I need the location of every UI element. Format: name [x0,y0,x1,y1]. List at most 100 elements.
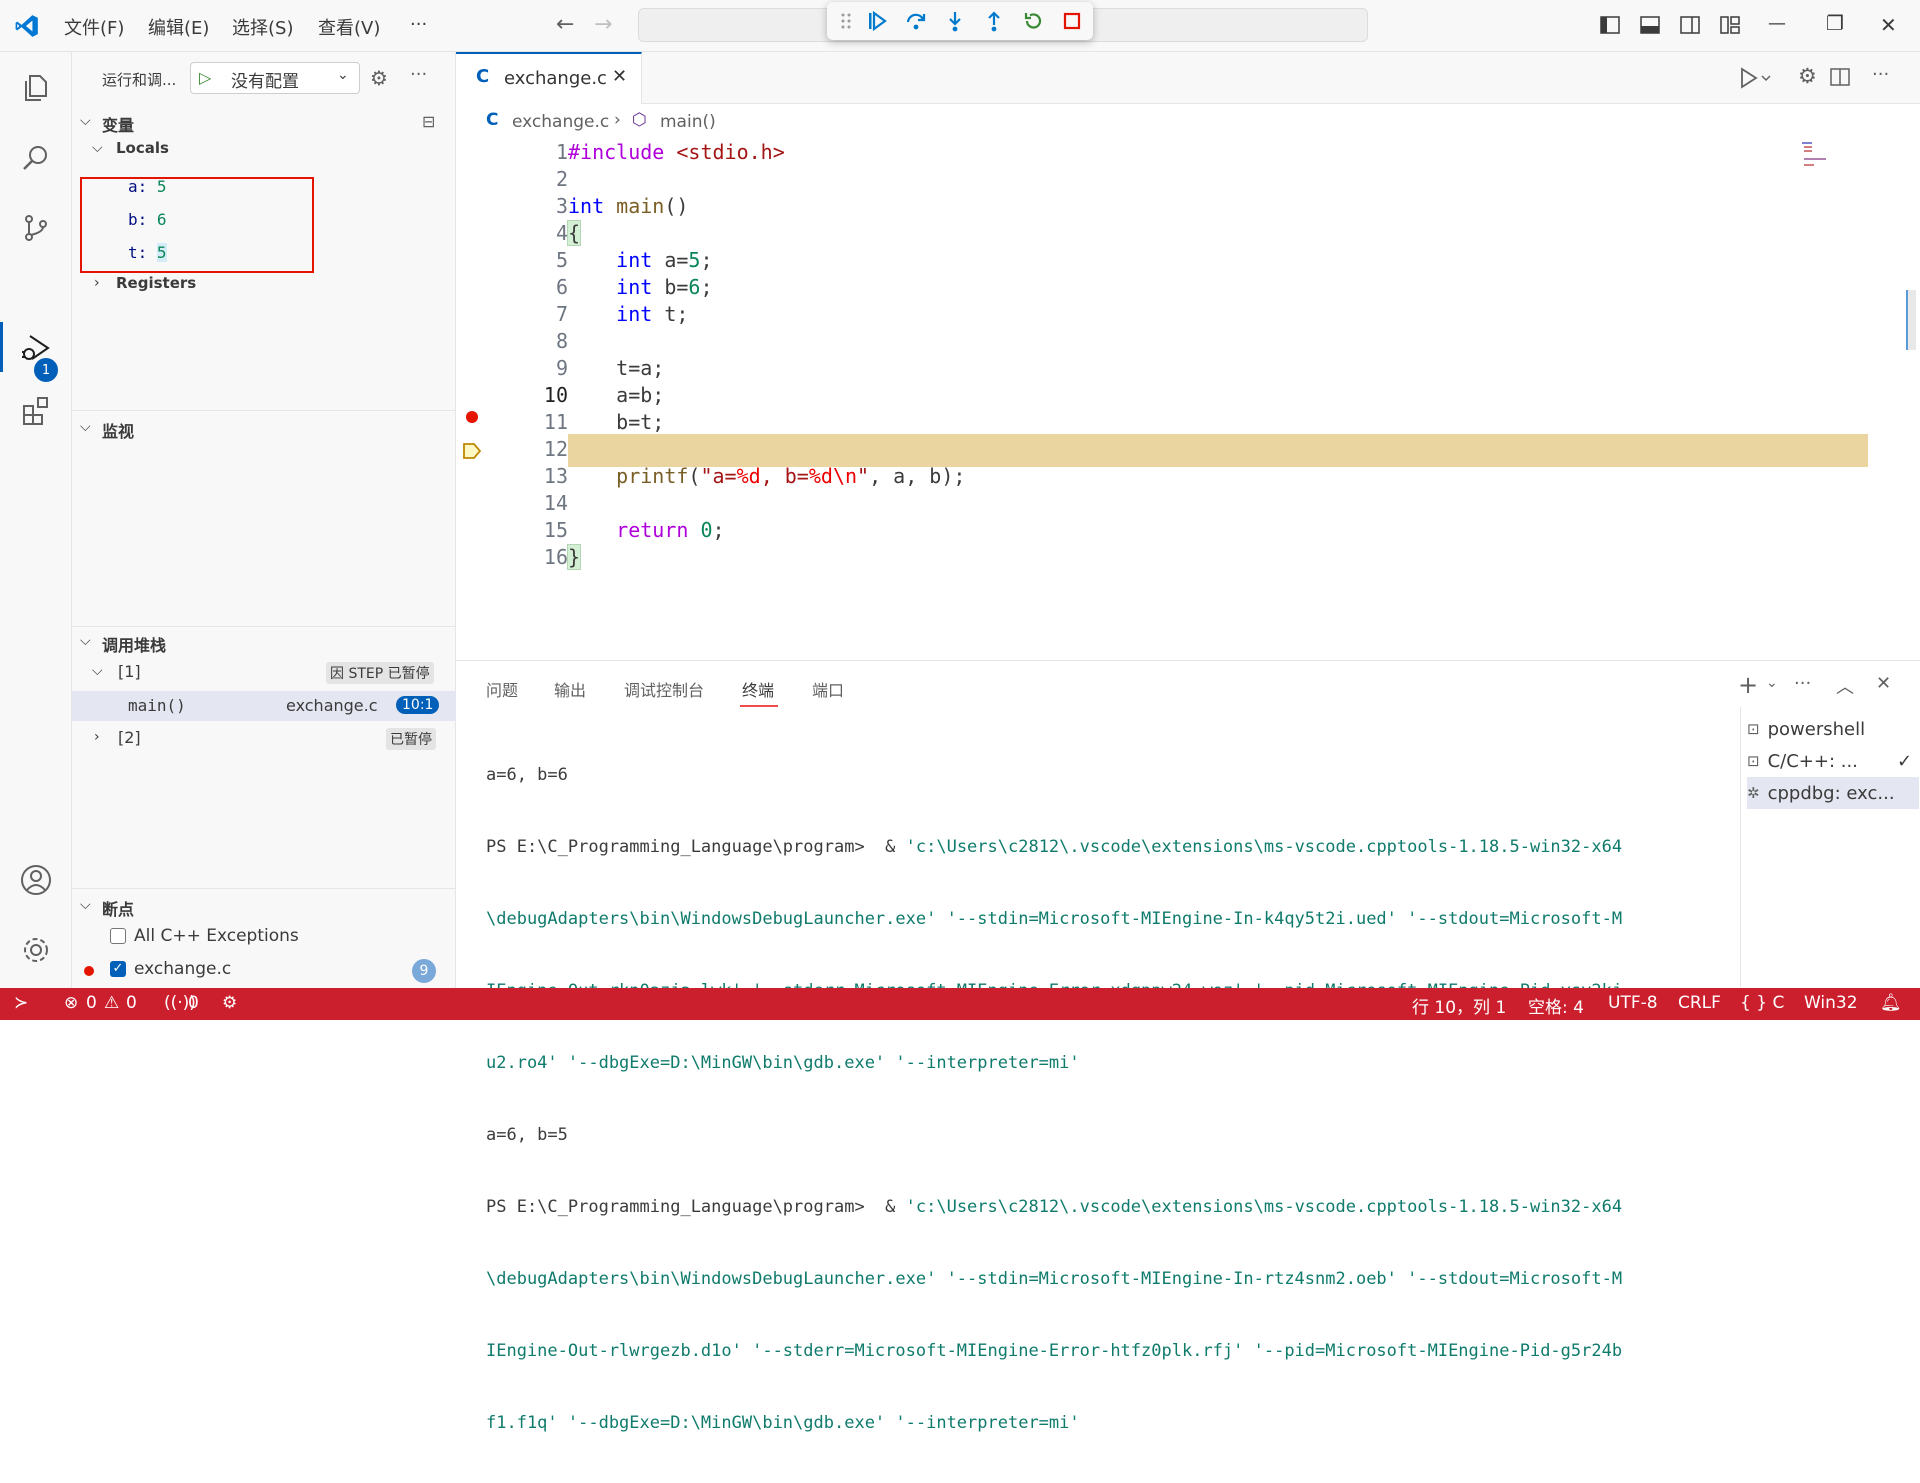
restart-icon[interactable] [1017,6,1048,36]
breakpoint-row[interactable]: ✓ exchange.c 9 [72,957,456,985]
registers-scope[interactable]: › Registers [72,268,456,302]
menu-view[interactable]: 查看(V) [318,14,380,40]
line-number[interactable]: 5 [496,248,568,272]
tab-exchange-c[interactable]: C exchange.c ✕ [456,52,642,104]
breadcrumb-file[interactable]: exchange.c [512,112,609,132]
line-number[interactable]: 3 [496,194,568,218]
stop-icon[interactable] [1056,6,1087,36]
config-select[interactable]: ▷ 没有配置 ⌄ [190,62,360,94]
language-mode[interactable]: { } C [1740,993,1784,1013]
menu-edit[interactable]: 编辑(E) [148,14,209,40]
scrollbar[interactable] [1906,290,1916,350]
tab-terminal[interactable]: 终端 [742,677,774,701]
run-c-file-icon[interactable] [1736,66,1772,90]
chevron-down-icon[interactable]: ⌄ [1766,675,1778,691]
end-of-line[interactable]: CRLF [1678,993,1721,1013]
close-tab-icon[interactable]: ✕ [612,66,627,87]
maximize-panel-icon[interactable]: ︿ [1836,673,1854,699]
menu-more[interactable]: ··· [410,14,427,35]
error-count[interactable]: 0 [86,993,97,1013]
breakpoints-section-header[interactable]: ⌵ 断点 [72,890,456,924]
thread-row[interactable]: ⌵ [1] 因 STEP 已暂停 [72,656,456,690]
line-number[interactable]: 13 [496,464,568,488]
line-number[interactable]: 16 [496,545,568,569]
split-editor-icon[interactable] [1830,67,1850,87]
explorer-icon[interactable] [14,66,58,110]
thread-row[interactable]: › [2] 已暂停 [72,722,456,756]
menu-selection[interactable]: 选择(S) [232,14,293,40]
line-number[interactable]: 11 [496,410,568,434]
notifications-bell-icon[interactable]: 🔔︎ [1880,993,1902,1013]
checkbox-checked-icon[interactable]: ✓ [110,961,126,977]
minimap[interactable] [1802,140,1842,176]
nav-back-icon[interactable]: ← [556,12,574,37]
line-number[interactable]: 7 [496,302,568,326]
line-number[interactable]: 10 [496,383,568,407]
new-terminal-plus-icon[interactable]: + [1738,671,1758,699]
start-debug-icon[interactable]: ▷ [199,68,211,87]
warning-count[interactable]: 0 [126,993,137,1013]
line-number[interactable]: 12 [496,437,568,461]
tab-debug-console[interactable]: 调试控制台 [624,677,704,701]
step-out-icon[interactable] [978,6,1009,36]
step-into-icon[interactable] [939,6,970,36]
tab-output[interactable]: 输出 [554,677,586,701]
indentation[interactable]: 空格: 4 [1528,993,1584,1018]
drag-grip-icon[interactable] [839,6,853,36]
terminal-item[interactable]: ⊡ C/C++: ... ✓ [1747,745,1919,777]
tab-problems[interactable]: 问题 [486,677,518,701]
toggle-sidebar-icon[interactable] [1600,15,1620,35]
checkbox[interactable] [110,928,126,944]
restore-icon[interactable]: ❐ [1826,11,1844,35]
terminal-item[interactable]: ⊡ powershell [1747,713,1919,745]
remote-indicator[interactable]: ≻ [0,988,48,1020]
ports-count[interactable]: 0 [188,993,199,1013]
account-icon[interactable] [14,858,58,902]
settings-gear-icon[interactable] [14,928,58,972]
more-actions-icon[interactable]: ··· [410,64,427,85]
callstack-section-header[interactable]: ⌵ 调用堆栈 [72,626,456,660]
locals-scope[interactable]: ⌵ Locals [72,133,456,167]
customize-layout-icon[interactable] [1720,15,1740,35]
source-control-icon[interactable] [14,206,58,250]
breakpoint-dot-icon[interactable] [466,411,478,423]
continue-icon[interactable] [861,6,892,36]
line-number[interactable]: 4 [496,221,568,245]
breakpoint-row[interactable]: All C++ Exceptions [110,924,450,952]
line-number[interactable]: 2 [496,167,568,191]
toggle-secondary-sidebar-icon[interactable] [1680,15,1700,35]
line-number[interactable]: 8 [496,329,568,353]
line-number[interactable]: 14 [496,491,568,515]
warning-icon[interactable]: ⚠ [104,993,119,1013]
line-number[interactable]: 9 [496,356,568,380]
line-number[interactable]: 1 [496,140,568,164]
launch-settings-gear-icon[interactable]: ⚙ [370,66,388,90]
debug-launch-icon[interactable]: ⚙ [222,993,237,1013]
platform[interactable]: Win32 [1804,993,1858,1013]
search-icon[interactable] [14,136,58,180]
line-number[interactable]: 6 [496,275,568,299]
terminal-output[interactable]: a=6, b=6 PS E:\C_Programming_Language\pr… [486,715,1772,1483]
line-number[interactable]: 15 [496,518,568,542]
stack-frame-row[interactable]: main() exchange.c 10:1 [72,691,456,721]
encoding[interactable]: UTF-8 [1608,993,1658,1013]
more-actions-icon[interactable]: ··· [1794,673,1811,694]
nav-forward-icon[interactable]: → [594,12,612,37]
settings-icon[interactable]: ⚙ [1798,64,1817,88]
terminal-item-active[interactable]: ✲ cppdbg: exc... [1747,777,1919,809]
more-actions-icon[interactable]: ··· [1872,64,1889,85]
toggle-panel-icon[interactable] [1640,15,1660,35]
extensions-icon[interactable] [14,388,58,432]
tab-ports[interactable]: 端口 [812,677,844,701]
errors-icon[interactable]: ⊗ [64,993,78,1013]
menu-file[interactable]: 文件(F) [64,14,124,40]
code-editor[interactable]: 1 2 3 4 5 6 7 8 9 10 11 12 13 14 15 16 #include <stdio.… [456,140,1920,660]
close-panel-icon[interactable]: ✕ [1876,673,1891,694]
close-window-icon[interactable]: ✕ [1880,13,1897,37]
minimize-icon[interactable]: — [1768,13,1786,34]
step-over-icon[interactable] [900,6,931,36]
watch-section-header[interactable]: ⌵ 监视 [72,412,456,446]
cursor-position[interactable]: 行 10，列 1 [1412,993,1506,1018]
collapse-all-icon[interactable]: ⊟ [422,112,435,131]
breadcrumb-symbol[interactable]: main() [660,112,716,132]
